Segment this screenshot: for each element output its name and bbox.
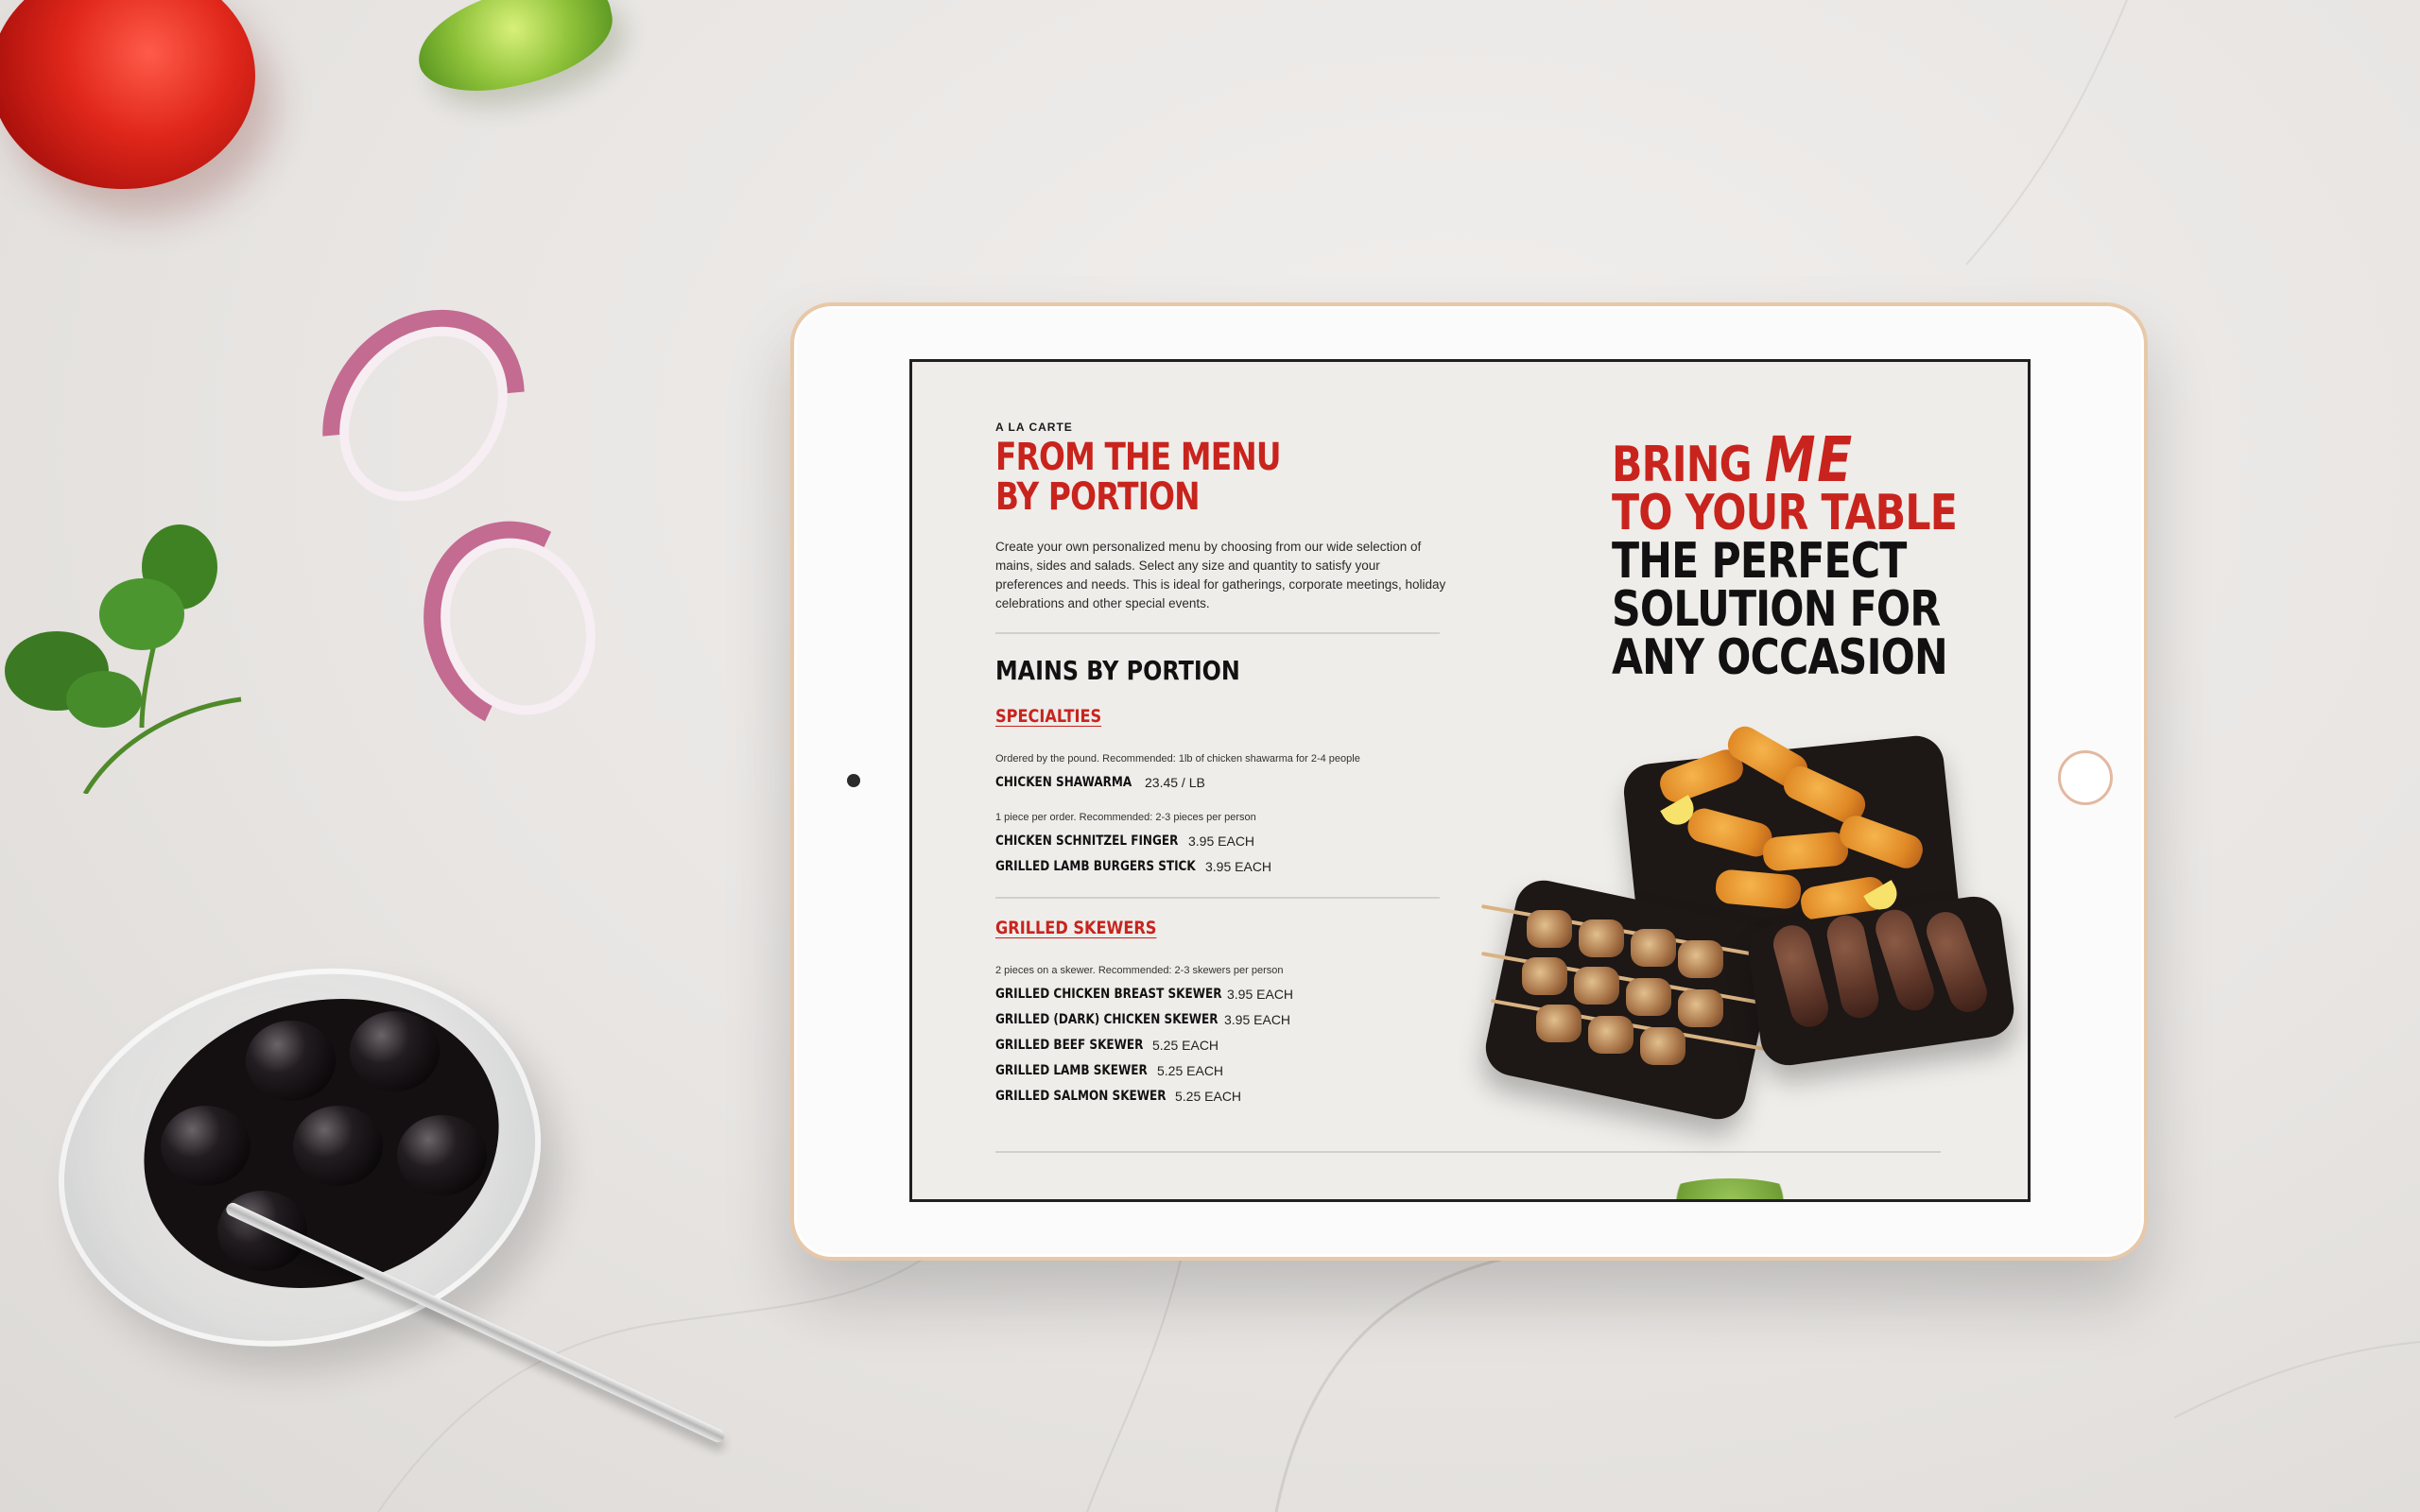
menu-title-line1: FROM THE MENU (995, 436, 1282, 479)
skewer-meat (1640, 1027, 1685, 1065)
category-note: 2 pieces on a skewer. Recommended: 2-3 s… (995, 965, 1284, 976)
pepper-decoration (407, 0, 623, 105)
menu-item[interactable]: GRILLED CHICKEN BREAST SKEWER 3.95 EACH (995, 986, 1293, 1003)
olive (293, 1106, 383, 1186)
promo-line1: BRING ME (1612, 429, 1957, 491)
item-name: GRILLED BEEF SKEWER (995, 1038, 1144, 1053)
front-camera (847, 774, 860, 787)
menu-title: FROM THE MENU BY PORTION (995, 436, 1282, 519)
item-price: 23.45 / LB (1145, 775, 1205, 790)
item-name: GRILLED CHICKEN BREAST SKEWER (995, 987, 1222, 1002)
section-title: MAINS BY PORTION (995, 655, 1240, 686)
divider (995, 1151, 1941, 1153)
menu-item[interactable]: GRILLED LAMB SKEWER 5.25 EACH (995, 1062, 1223, 1079)
item-price: 5.25 EACH (1157, 1063, 1224, 1078)
promo-line4: SOLUTION FOR (1612, 581, 1941, 638)
salad-greens (1659, 1178, 1801, 1199)
skewer-meat (1527, 910, 1572, 948)
olive (397, 1115, 487, 1195)
schnitzel-finger (1714, 868, 1803, 910)
item-price: 5.25 EACH (1175, 1089, 1242, 1104)
tablet-screen: A LA CARTE FROM THE MENU BY PORTION Crea… (909, 359, 2031, 1202)
divider (995, 897, 1440, 899)
olive (246, 1021, 336, 1101)
skewer-meat (1678, 940, 1723, 978)
menu-kicker: A LA CARTE (995, 421, 1073, 434)
item-name: GRILLED (DARK) CHICKEN SKEWER (995, 1012, 1219, 1027)
promo-line3: THE PERFECT (1612, 533, 1907, 590)
item-name: GRILLED LAMB SKEWER (995, 1063, 1148, 1078)
menu-item[interactable]: GRILLED LAMB BURGERS STICK 3.95 EACH (995, 858, 1271, 875)
category-note: 1 piece per order. Recommended: 2-3 piec… (995, 812, 1256, 823)
item-name: GRILLED LAMB BURGERS STICK (995, 859, 1196, 874)
skewer-meat (1588, 1016, 1634, 1054)
onion-slice-decoration (281, 268, 566, 559)
menu-item[interactable]: GRILLED (DARK) CHICKEN SKEWER 3.95 EACH (995, 1011, 1290, 1028)
skewer-meat (1574, 967, 1619, 1005)
item-price: 3.95 EACH (1205, 859, 1272, 874)
menu-title-line2: BY PORTION (995, 475, 1201, 519)
skewer-meat (1579, 919, 1624, 957)
food-photo (1479, 720, 2028, 1125)
promo-line5: ANY OCCASION (1612, 629, 1948, 686)
olive (161, 1106, 251, 1186)
skewer-meat (1536, 1005, 1582, 1042)
menu-item[interactable]: GRILLED SALMON SKEWER 5.25 EACH (995, 1088, 1241, 1105)
promo-headline: BRING ME TO YOUR TABLE THE PERFECT SOLUT… (1612, 429, 2028, 686)
tomato-decoration (0, 0, 255, 189)
menu-item[interactable]: CHICKEN SHAWARMA 23.45 / LB (995, 774, 1205, 791)
item-price: 3.95 EACH (1188, 833, 1255, 849)
item-name: CHICKEN SCHNITZEL FINGER (995, 833, 1179, 849)
menu-intro: Create your own personalized menu by cho… (995, 540, 1446, 610)
item-price: 3.95 EACH (1227, 987, 1294, 1002)
category-note: Ordered by the pound. Recommended: 1lb o… (995, 753, 1360, 765)
item-price: 3.95 EACH (1224, 1012, 1291, 1027)
divider (995, 632, 1440, 634)
skewer-meat (1522, 957, 1567, 995)
olive (350, 1011, 440, 1091)
parsley-decoration (5, 524, 242, 794)
category-title-grilled-skewers[interactable]: GRILLED SKEWERS (995, 918, 1156, 938)
promo-line2: TO YOUR TABLE (1612, 485, 1958, 541)
onion-slice-decoration (394, 494, 642, 759)
skewer-meat (1626, 978, 1671, 1016)
home-button[interactable] (2058, 750, 2113, 805)
menu-item[interactable]: GRILLED BEEF SKEWER 5.25 EACH (995, 1037, 1219, 1054)
menu-item[interactable]: CHICKEN SCHNITZEL FINGER 3.95 EACH (995, 833, 1254, 850)
item-name: GRILLED SALMON SKEWER (995, 1089, 1167, 1104)
skewer-meat (1678, 989, 1723, 1027)
item-price: 5.25 EACH (1152, 1038, 1219, 1053)
skewer-meat (1631, 929, 1676, 967)
category-title-specialties[interactable]: SPECIALTIES (995, 706, 1101, 727)
tablet-device: A LA CARTE FROM THE MENU BY PORTION Crea… (790, 302, 2148, 1261)
item-name: CHICKEN SHAWARMA (995, 775, 1132, 790)
